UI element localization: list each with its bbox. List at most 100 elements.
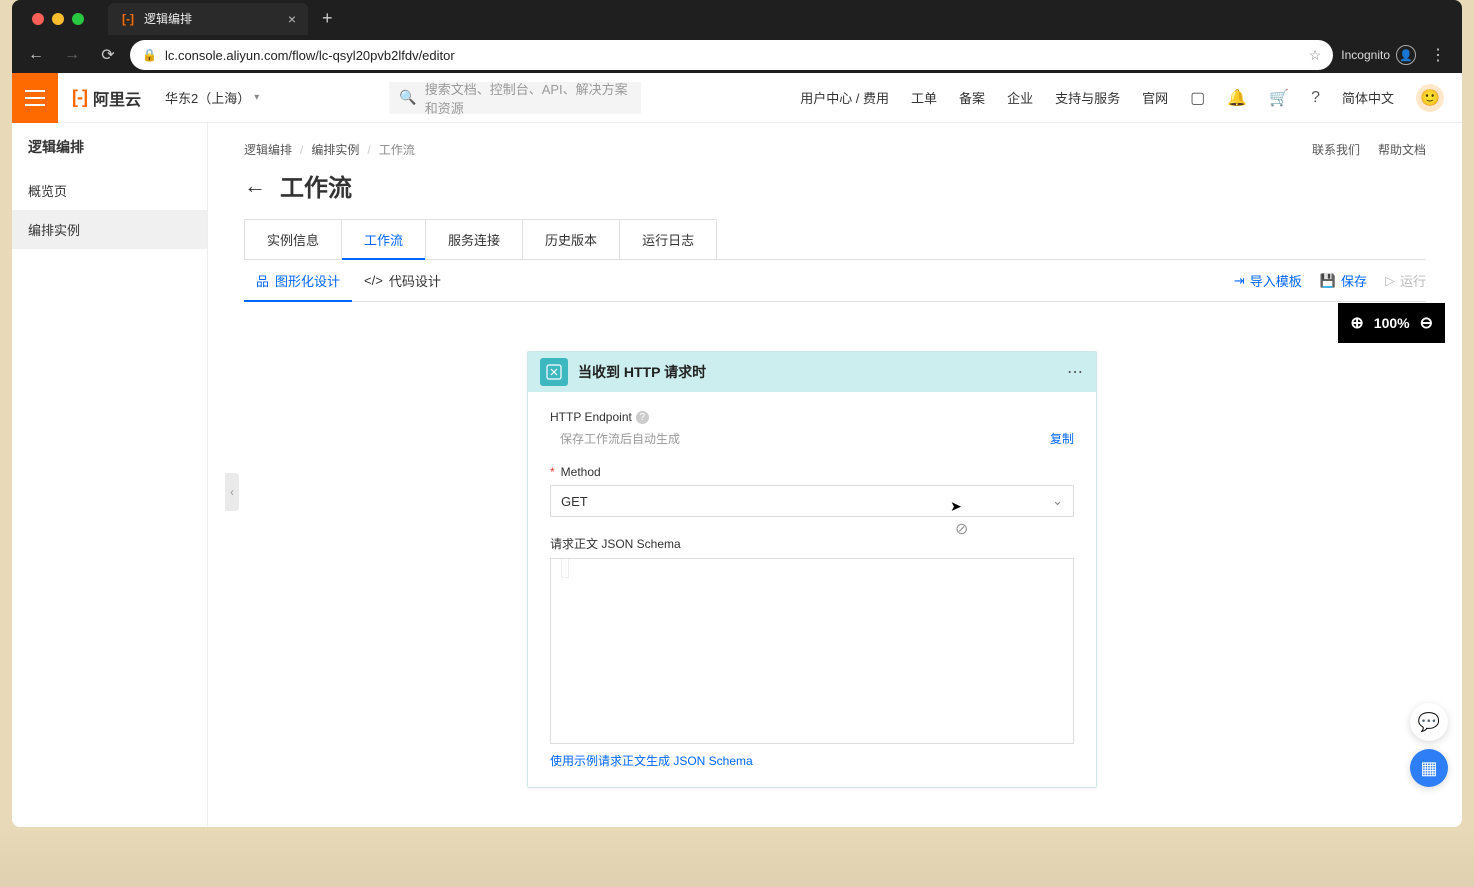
browser-tab[interactable]: [-] 逻辑编排 × (108, 3, 308, 35)
sidebar: 逻辑编排 概览页 编排实例 (12, 123, 208, 827)
node-menu-icon[interactable]: ⋯ (1067, 362, 1084, 382)
nav-tickets[interactable]: 工单 (911, 88, 937, 107)
subtab-code[interactable]: </> 代码设计 (352, 260, 453, 302)
main-tabs: 实例信息 工作流 服务连接 历史版本 运行日志 (244, 219, 1426, 260)
page-title: 工作流 (280, 168, 352, 203)
maximize-window-button[interactable] (72, 13, 84, 25)
crumb-root[interactable]: 逻辑编排 (244, 141, 292, 158)
contact-link[interactable]: 联系我们 (1312, 141, 1360, 158)
logo-text: 阿里云 (93, 86, 141, 110)
console-search[interactable]: 🔍 搜索文档、控制台、API、解决方案和资源 (389, 82, 641, 114)
tab-strip: [-] 逻辑编排 × + (12, 0, 1462, 37)
terminal-icon[interactable]: ▢ (1190, 88, 1205, 108)
tab-favicon: [-] (120, 11, 136, 27)
sidebar-item-instance[interactable]: 编排实例 (12, 210, 207, 249)
browser-menu-icon[interactable]: ⋮ (1424, 45, 1452, 65)
import-label: 导入模板 (1250, 271, 1302, 290)
header-nav: 用户中心 / 费用 工单 备案 企业 支持与服务 官网 ▢ 🔔 🛒 ? 简体中文… (800, 84, 1462, 112)
subtab-code-label: 代码设计 (389, 271, 441, 290)
hamburger-icon (25, 90, 45, 106)
tab-close-icon[interactable]: × (288, 11, 296, 27)
page-viewport: [-] 阿里云 华东2（上海） ▾ 🔍 搜索文档、控制台、API、解决方案和资源… (12, 73, 1462, 827)
header-links: 联系我们 帮助文档 (1312, 141, 1426, 158)
reload-button[interactable]: ⟳ (94, 45, 122, 65)
zoom-in-icon[interactable]: ⊕ (1350, 313, 1363, 333)
close-window-button[interactable] (32, 13, 44, 25)
search-placeholder: 搜索文档、控制台、API、解决方案和资源 (425, 79, 632, 117)
nav-enterprise[interactable]: 企业 (1007, 88, 1033, 107)
crumb-current: 工作流 (379, 141, 415, 158)
required-mark: * (550, 465, 555, 479)
import-template-button[interactable]: ⇥ 导入模板 (1234, 271, 1302, 290)
apps-fab[interactable]: ▦ (1410, 749, 1448, 787)
node-title: 当收到 HTTP 请求时 (578, 362, 1057, 382)
subtab-graphical[interactable]: 品 图形化设计 (244, 260, 352, 302)
endpoint-label-text: HTTP Endpoint (550, 410, 632, 424)
save-icon: 💾 (1320, 273, 1336, 289)
region-label: 华东2（上海） (165, 88, 250, 107)
language-selector[interactable]: 简体中文 (1342, 88, 1394, 107)
method-select[interactable]: GET ⌄ (550, 485, 1074, 517)
sidebar-item-overview[interactable]: 概览页 (12, 171, 207, 210)
crumb-instance[interactable]: 编排实例 (311, 141, 359, 158)
new-tab-button[interactable]: + (308, 8, 347, 29)
back-button[interactable]: ← (22, 46, 50, 64)
trigger-node[interactable]: 当收到 HTTP 请求时 ⋯ HTTP Endpoint ? 保存工作流后自动生… (527, 351, 1097, 788)
bell-icon[interactable]: 🔔 (1227, 88, 1247, 108)
cart-icon[interactable]: 🛒 (1269, 88, 1289, 108)
crumb-sep: / (367, 143, 370, 157)
method-value: GET (561, 494, 588, 509)
minimize-window-button[interactable] (52, 13, 64, 25)
crumb-sep: / (300, 143, 303, 157)
node-header[interactable]: 当收到 HTTP 请求时 ⋯ (528, 352, 1096, 392)
nav-filing[interactable]: 备案 (959, 88, 985, 107)
save-label: 保存 (1341, 271, 1367, 290)
logo-mark-icon: [-] (72, 87, 87, 108)
tab-history[interactable]: 历史版本 (522, 219, 620, 259)
zoom-control: ⊕ 100% ⊖ (1338, 303, 1445, 343)
endpoint-row: 保存工作流后自动生成 复制 (550, 430, 1074, 447)
apps-icon: ▦ (1420, 758, 1437, 779)
save-button[interactable]: 💾 保存 (1320, 271, 1367, 290)
design-subtabs: 品 图形化设计 </> 代码设计 ⇥ 导入模板 💾 保存 (244, 260, 1426, 302)
chat-fab[interactable]: 💬 (1410, 703, 1448, 741)
breadcrumb: 逻辑编排 / 编排实例 / 工作流 (244, 123, 1426, 164)
http-trigger-icon (540, 358, 568, 386)
forward-button[interactable]: → (58, 46, 86, 64)
tab-instance-info[interactable]: 实例信息 (244, 219, 342, 259)
tab-run-log[interactable]: 运行日志 (619, 219, 717, 259)
generate-schema-link[interactable]: 使用示例请求正文生成 JSON Schema (550, 752, 1074, 769)
canvas[interactable]: ‹ ⊕ 100% ⊖ 当收到 HTTP 请求时 ⋯ (244, 302, 1426, 822)
help-icon[interactable]: ? (1311, 89, 1320, 107)
sidebar-collapse-handle[interactable]: ‹ (225, 473, 239, 511)
lock-icon: 🔒 (142, 48, 157, 62)
caret-down-icon: ▾ (254, 92, 259, 103)
method-label-row: * Method (550, 465, 1074, 479)
avatar[interactable]: 🙂 (1416, 84, 1444, 112)
chat-icon: 💬 (1418, 712, 1440, 733)
zoom-out-icon[interactable]: ⊖ (1420, 313, 1433, 333)
address-bar[interactable]: 🔒 lc.console.aliyun.com/flow/lc-qsyl20pv… (130, 40, 1333, 70)
import-icon: ⇥ (1234, 273, 1245, 289)
region-selector[interactable]: 华东2（上海） ▾ (155, 88, 269, 107)
run-button[interactable]: ▷ 运行 (1385, 271, 1426, 290)
play-icon: ▷ (1385, 273, 1395, 289)
page-title-row: ← 工作流 (244, 164, 1426, 219)
tab-workflow[interactable]: 工作流 (341, 219, 426, 259)
dock-shadow (0, 827, 1474, 887)
bookmark-icon[interactable]: ☆ (1309, 47, 1322, 64)
help-doc-link[interactable]: 帮助文档 (1378, 141, 1426, 158)
node-body: HTTP Endpoint ? 保存工作流后自动生成 复制 * Method (528, 392, 1096, 787)
menu-button[interactable] (12, 73, 58, 123)
schema-textarea[interactable] (550, 558, 1074, 744)
help-tip-icon[interactable]: ? (636, 411, 649, 424)
nav-official[interactable]: 官网 (1142, 88, 1168, 107)
tab-service-connect[interactable]: 服务连接 (425, 219, 523, 259)
back-arrow-icon[interactable]: ← (244, 173, 266, 199)
copy-button[interactable]: 复制 (1050, 430, 1074, 447)
nav-user-center[interactable]: 用户中心 / 费用 (800, 88, 889, 107)
code-icon: </> (364, 273, 383, 288)
incognito-indicator: Incognito 👤 (1341, 45, 1416, 65)
aliyun-logo[interactable]: [-] 阿里云 (58, 86, 155, 110)
nav-support[interactable]: 支持与服务 (1055, 88, 1120, 107)
